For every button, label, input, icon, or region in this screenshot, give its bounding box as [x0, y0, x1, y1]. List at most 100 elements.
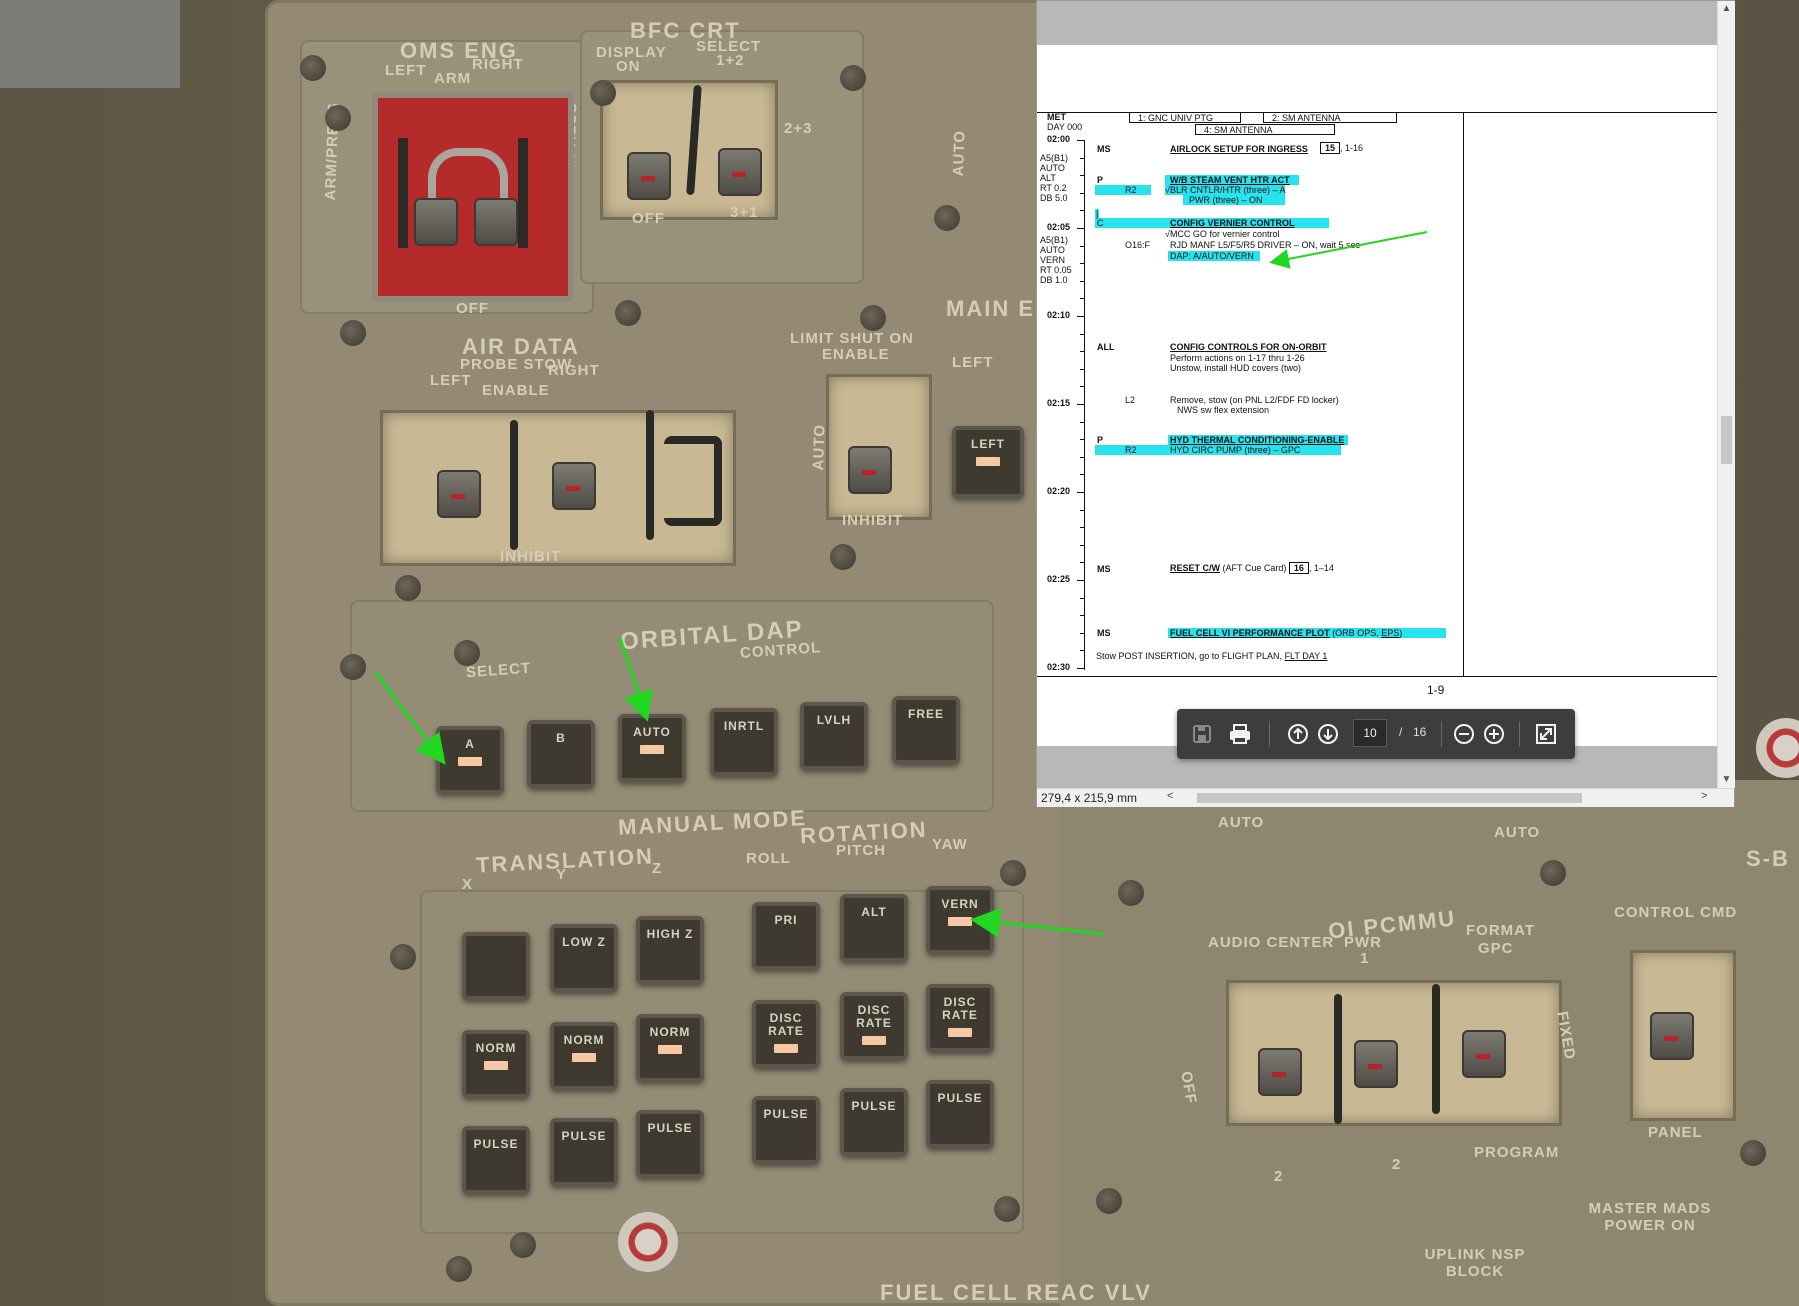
next-page-icon[interactable]	[1313, 719, 1343, 749]
flt-day-link[interactable]: FLT DAY 1	[1285, 651, 1328, 661]
manual-mode-row2-norm-button[interactable]: NORM	[550, 1022, 618, 1090]
reset-task: RESET C/W	[1170, 563, 1221, 573]
scroll-down-arrow-icon[interactable]: ▼	[1718, 772, 1735, 788]
l2-panel: L2	[1125, 395, 1136, 405]
audio-center-label: AUDIO CENTER	[1208, 934, 1335, 951]
screw	[340, 320, 366, 346]
manual-mode-row1-alt-button[interactable]: ALT	[840, 894, 908, 962]
dap-button-inrtl-label: INRTL	[723, 719, 765, 733]
bfc-display-toggle[interactable]	[627, 152, 671, 200]
r2-panel-a: R2	[1125, 185, 1137, 195]
page-dimensions: 279,4 x 215,9 mm	[1041, 791, 1138, 805]
air-data-enable: ENABLE	[482, 382, 550, 399]
manual-mode-row2-disc-rate-button[interactable]: DISC RATE	[926, 984, 994, 1052]
manual-mode-row3-pulse-button-label: PULSE	[473, 1137, 519, 1151]
manual-mode-row2-norm-button-label: NORM	[649, 1025, 691, 1039]
pcmmu-format-label: FORMAT	[1466, 922, 1536, 939]
guard-handle	[428, 148, 508, 198]
manual-mode-row1-pri-button[interactable]: PRI	[752, 902, 820, 970]
manual-mode-row2-disc-rate-button[interactable]: DISC RATE	[840, 992, 908, 1060]
timeline-tick	[1080, 280, 1085, 282]
air-data-left-toggle[interactable]	[437, 470, 481, 518]
horizontal-scroll-thumb[interactable]	[1197, 793, 1582, 803]
audio-center-toggle[interactable]	[1258, 1048, 1302, 1096]
page-number-label: 1-9	[1427, 683, 1445, 697]
auto-bottom-b-label: AUTO	[1494, 824, 1541, 841]
reset-ref: , 1–14	[1308, 563, 1334, 573]
manual-mode-row3-pulse-button[interactable]: PULSE	[462, 1126, 530, 1194]
dap-button-auto[interactable]: AUTO	[618, 714, 686, 782]
side-notes-2: A5(B1) AUTO VERN RT 0.05 DB 1.0	[1040, 235, 1072, 285]
dap-button-b[interactable]: B	[527, 720, 595, 788]
main-eng-enable-label: ENABLE	[822, 346, 890, 363]
bottom-rule	[1037, 676, 1717, 677]
highlight-r2a	[1095, 185, 1151, 195]
timeline-tick	[1077, 404, 1085, 405]
oms-eng-red-guard-cover[interactable]	[372, 92, 574, 302]
vertical-scroll-thumb[interactable]	[1721, 416, 1732, 464]
pcmmu-pwr-toggle[interactable]	[1354, 1040, 1398, 1088]
uplink-label: UPLINK NSP BLOCK	[1424, 1246, 1526, 1280]
dap-button-a[interactable]: A	[436, 726, 504, 794]
pcmmu-format-toggle[interactable]	[1462, 1030, 1506, 1078]
oms-right-toggle[interactable]	[474, 198, 518, 246]
dap-button-free[interactable]: FREE	[892, 696, 960, 764]
dap-button-inrtl[interactable]: INRTL	[710, 708, 778, 776]
manual-mode-row2-disc-rate-button[interactable]: DISC RATE	[752, 1000, 820, 1068]
timeline-tick	[1080, 210, 1085, 212]
scroll-left-arrow-icon[interactable]: <	[1167, 790, 1173, 802]
manual-mode-row3-pulse-button[interactable]: PULSE	[926, 1080, 994, 1148]
crew-c: C	[1097, 218, 1104, 228]
manual-mode-row2-norm-button[interactable]: NORM	[636, 1014, 704, 1082]
screw	[1740, 1140, 1766, 1166]
fuel-cell-reac-label: FUEL CELL REAC VLV	[880, 1280, 1152, 1305]
stow-text: Stow POST INSERTION, go to FLIGHT PLAN,	[1096, 651, 1285, 661]
fuel-line: FUEL CELL VI PERFORMANCE PLOT (ORB OPS, …	[1170, 628, 1402, 639]
screw	[454, 640, 480, 666]
main-eng-limit-toggle[interactable]	[848, 446, 892, 494]
red-push-button-bottom[interactable]	[618, 1212, 678, 1272]
manual-mode-row3-pulse-button[interactable]: PULSE	[752, 1096, 820, 1164]
previous-page-icon[interactable]	[1283, 719, 1313, 749]
oms-left-toggle[interactable]	[414, 198, 458, 246]
zoom-in-icon[interactable]	[1479, 719, 1509, 749]
manual-mode-row1-vern-button[interactable]: VERN	[926, 886, 994, 954]
manual-mode-row1-blank-button[interactable]	[462, 932, 530, 1000]
manual-mode-row3-pulse-button[interactable]: PULSE	[550, 1118, 618, 1186]
dap-button-a-lamp	[458, 757, 482, 766]
main-eng-left-button[interactable]: LEFT	[952, 426, 1024, 498]
screw	[615, 300, 641, 326]
manual-mode-row1-high-z-button[interactable]: HIGH Z	[636, 916, 704, 984]
pdf-viewer-window[interactable]: MET DAY 000 1: GNC UNIV PTG 2: SM ANTENN…	[1036, 0, 1735, 807]
oms-arm-label: ARM	[434, 70, 472, 87]
manual-mode-row2-disc-rate-button-label: DISC RATE	[942, 995, 978, 1022]
zoom-out-icon[interactable]	[1449, 719, 1479, 749]
pitch-label: PITCH	[836, 842, 886, 859]
scroll-up-arrow-icon[interactable]: ▲	[1718, 1, 1735, 17]
save-icon[interactable]	[1187, 719, 1217, 749]
manual-mode-row3-pulse-button[interactable]: PULSE	[840, 1088, 908, 1156]
print-icon[interactable]	[1225, 719, 1255, 749]
vertical-scrollbar[interactable]: ▲ ▼	[1717, 1, 1735, 788]
control-cmd-toggle[interactable]	[1650, 1012, 1694, 1060]
page-number-input[interactable]	[1353, 719, 1387, 747]
bfc-select-toggle[interactable]	[718, 148, 762, 196]
airlock-ref-text: , 1-16	[1340, 143, 1364, 153]
manual-mode-row3-pulse-button[interactable]: PULSE	[636, 1110, 704, 1178]
screw	[446, 1256, 472, 1282]
dap-button-lvlh[interactable]: LVLH	[800, 702, 868, 770]
pdf-toolbar: / 16	[1177, 709, 1575, 759]
manual-mode-row3-pulse-button-label: PULSE	[851, 1099, 897, 1113]
side-note: DB 5.0	[1040, 193, 1068, 203]
stow-line: Stow POST INSERTION, go to FLIGHT PLAN, …	[1096, 651, 1327, 662]
fit-page-icon[interactable]	[1531, 719, 1561, 749]
manual-mode-row2-disc-rate-button-lamp	[862, 1036, 886, 1045]
pdf-page[interactable]: MET DAY 000 1: GNC UNIV PTG 2: SM ANTENN…	[1037, 45, 1717, 745]
manual-mode-row1-alt-button-label: ALT	[861, 905, 887, 919]
scroll-right-arrow-icon[interactable]: >	[1701, 790, 1707, 802]
horizontal-scrollbar[interactable]: < >	[1167, 790, 1727, 806]
air-data-right-toggle[interactable]	[552, 462, 596, 510]
manual-mode-row2-norm-button[interactable]: NORM	[462, 1030, 530, 1098]
manual-mode-row1-low-z-button[interactable]: LOW Z	[550, 924, 618, 992]
toolbar-separator	[1269, 721, 1270, 747]
